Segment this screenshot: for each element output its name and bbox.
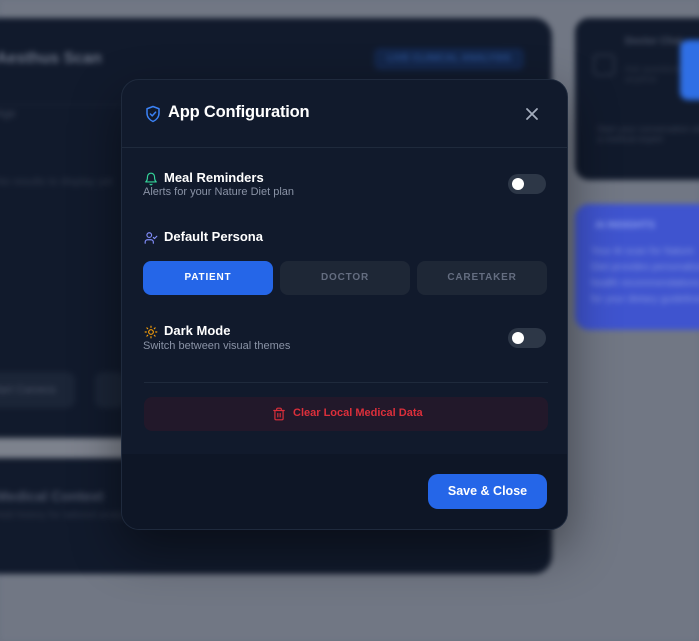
background-chat-card: Doctor Chat Ask questions anytime Start … <box>575 18 699 180</box>
save-close-button[interactable]: Save & Close <box>428 474 547 509</box>
modal-title: App Configuration <box>168 103 310 121</box>
meal-reminders-sub: Alerts for your Nature Diet plan <box>143 186 295 198</box>
sun-icon <box>144 325 158 339</box>
close-icon[interactable] <box>522 104 542 124</box>
background-insights-card: AI INSIGHTS Your AI scan for Nature Diet… <box>575 204 699 330</box>
shield-check-icon <box>146 105 160 123</box>
app-configuration-modal: App Configuration Meal Reminders Alerts … <box>121 79 568 530</box>
trash-icon <box>273 407 285 421</box>
user-check-icon <box>144 232 158 244</box>
meal-reminders-toggle[interactable] <box>508 174 546 194</box>
meal-reminders-toggle-knob <box>512 178 524 190</box>
dark-mode-toggle-knob <box>512 332 524 344</box>
persona-option-patient[interactable]: PATIENT <box>143 261 273 295</box>
background-footer-title: Medical Context <box>0 488 104 504</box>
bell-icon <box>145 172 157 186</box>
modal-footer: Save & Close <box>122 454 567 529</box>
default-persona-label: Default Persona <box>164 229 263 244</box>
dark-mode-toggle[interactable] <box>508 328 546 348</box>
background-chat-icon <box>593 54 615 76</box>
background-chat-note: Start your conversation with a medical e… <box>597 124 699 144</box>
meal-reminders-label: Meal Reminders <box>164 170 264 185</box>
clear-local-data-label: Clear Local Medical Data <box>293 407 423 419</box>
modal-header: App Configuration <box>122 80 567 148</box>
background-chat-button <box>680 40 699 100</box>
background-main-hint: No results to display yet <box>0 176 113 188</box>
background-footer-sub: Add history for tailored analysis <box>0 510 135 521</box>
clear-local-data-button[interactable]: Clear Local Medical Data <box>144 397 548 431</box>
persona-option-caretaker[interactable]: CARETAKER <box>417 261 547 295</box>
dark-mode-sub: Switch between visual themes <box>143 340 291 352</box>
background-start-button: Start Camera <box>0 372 75 408</box>
background-chat-title: Doctor Chat <box>625 36 683 47</box>
background-main-title: Aesthus Scan <box>0 50 102 67</box>
background-insights-text: Your AI scan for Nature Diet provides pe… <box>591 246 699 305</box>
persona-option-doctor[interactable]: DOCTOR <box>280 261 410 295</box>
background-status-pill: LIVE CLINICAL ANALYSIS <box>374 48 524 70</box>
background-insights-title: AI INSIGHTS <box>595 220 656 231</box>
section-divider <box>144 382 548 383</box>
background-main-line: Age <box>0 108 16 120</box>
dark-mode-label: Dark Mode <box>164 323 231 338</box>
